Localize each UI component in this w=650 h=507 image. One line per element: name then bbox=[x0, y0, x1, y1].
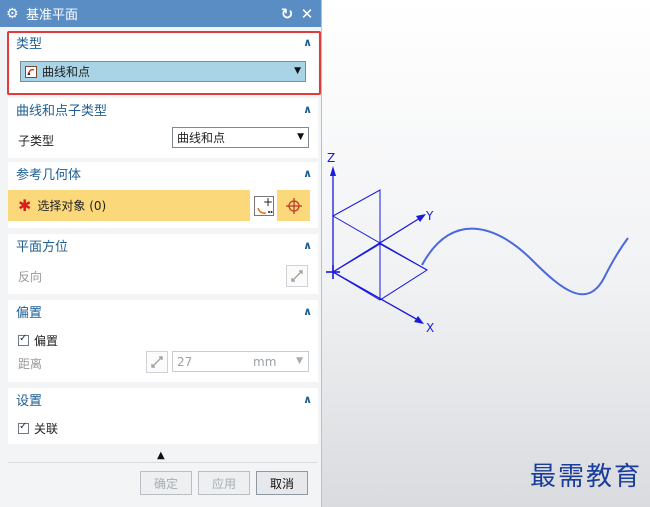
associative-checkbox-label: 关联 bbox=[34, 422, 59, 436]
required-star-icon: ✱ bbox=[18, 196, 32, 215]
apply-button[interactable]: 应用 bbox=[198, 471, 250, 495]
orientation-section-header[interactable]: 平面方位 ∧ bbox=[8, 234, 318, 256]
reverse-direction-icon bbox=[291, 270, 303, 282]
close-icon[interactable]: ✕ bbox=[299, 6, 315, 22]
checkbox-checked-icon bbox=[18, 333, 29, 346]
gear-icon: ⚙ bbox=[6, 5, 19, 22]
offset-checkbox[interactable]: 偏置 bbox=[18, 332, 58, 349]
reverse-direction-button[interactable] bbox=[286, 265, 308, 287]
subtype-label: 子类型 bbox=[18, 134, 55, 148]
settings-section-header[interactable]: 设置 ∧ bbox=[8, 388, 318, 410]
reverse-direction-icon bbox=[151, 356, 163, 368]
x-axis-arrow bbox=[414, 316, 424, 324]
reference-section-header[interactable]: 参考几何体 ∧ bbox=[8, 162, 318, 184]
checkbox-checked-icon bbox=[18, 421, 29, 434]
collapse-chevron-icon[interactable]: ∧ bbox=[303, 393, 312, 406]
dialog-titlebar: ⚙ 基准平面 ↻ ✕ bbox=[0, 0, 321, 27]
highlight-box bbox=[7, 31, 321, 95]
distance-label: 距离 bbox=[18, 357, 43, 371]
dropdown-arrow-icon: ▼ bbox=[297, 132, 304, 142]
orientation-section-title: 平面方位 bbox=[16, 239, 69, 255]
distance-unit: mm bbox=[253, 354, 277, 369]
select-object-label: 选择对象 (0) bbox=[37, 199, 107, 213]
z-axis-arrow bbox=[330, 166, 336, 176]
svg-text:+: + bbox=[263, 196, 273, 209]
spline-curve[interactable] bbox=[421, 227, 629, 296]
datum-plane-outline bbox=[332, 189, 381, 273]
dialog-title: 基准平面 bbox=[26, 8, 79, 23]
y-axis-arrow bbox=[416, 214, 426, 222]
distance-value: 27 bbox=[177, 354, 193, 369]
datum-plane-edge-2 bbox=[379, 243, 428, 271]
add-new-set-button[interactable]: + bbox=[250, 190, 277, 221]
offset-reverse-button[interactable] bbox=[146, 351, 168, 373]
add-set-icon: + bbox=[253, 195, 274, 216]
offset-section: 偏置 ∧ 偏置 距离 27 mm ▼ bbox=[8, 300, 318, 382]
collapse-chevron-icon[interactable]: ∧ bbox=[303, 167, 312, 180]
settings-section: 设置 ∧ 关联 bbox=[8, 388, 318, 444]
expand-more-icon[interactable]: ▲ bbox=[157, 450, 165, 461]
plane-orientation-section: 平面方位 ∧ 反向 bbox=[8, 234, 318, 294]
subtype-selected-value: 曲线和点 bbox=[177, 131, 226, 145]
select-object-row[interactable]: ✱ 选择对象 (0) bbox=[8, 190, 250, 221]
y-axis-label: Y bbox=[425, 209, 434, 223]
reset-icon[interactable]: ↻ bbox=[279, 6, 295, 22]
crosshair-icon bbox=[285, 197, 302, 214]
reference-section-title: 参考几何体 bbox=[16, 167, 82, 183]
subtype-section: 曲线和点子类型 ∧ 子类型 曲线和点 ▼ bbox=[8, 98, 318, 158]
z-axis-label: Z bbox=[327, 151, 335, 165]
subtype-section-header[interactable]: 曲线和点子类型 ∧ bbox=[8, 98, 318, 120]
subtype-dropdown[interactable]: 曲线和点 ▼ bbox=[172, 127, 309, 148]
watermark-text: 最需教育 bbox=[529, 462, 642, 492]
collapse-chevron-icon[interactable]: ∧ bbox=[303, 239, 312, 252]
distance-input[interactable]: 27 mm ▼ bbox=[172, 351, 309, 372]
associative-checkbox[interactable]: 关联 bbox=[18, 420, 58, 437]
offset-section-title: 偏置 bbox=[16, 305, 43, 321]
cancel-button[interactable]: 取消 bbox=[256, 471, 308, 495]
point-dialog-button[interactable] bbox=[277, 190, 310, 221]
collapse-chevron-icon[interactable]: ∧ bbox=[303, 305, 312, 318]
datum-plane-dialog: ⚙ 基准平面 ↻ ✕ 类型 ∧ 曲线和点 ▼ 曲线和点子类型 ∧ 子类型 曲线和… bbox=[0, 0, 322, 507]
ok-button[interactable]: 确定 bbox=[140, 471, 192, 495]
settings-section-title: 设置 bbox=[16, 393, 43, 409]
offset-checkbox-label: 偏置 bbox=[34, 334, 59, 348]
graphics-viewport[interactable]: Z Y X bbox=[322, 140, 642, 340]
reverse-label: 反向 bbox=[18, 270, 43, 284]
x-axis-label: X bbox=[426, 321, 434, 335]
divider bbox=[8, 462, 317, 463]
collapse-chevron-icon[interactable]: ∧ bbox=[303, 103, 312, 116]
dropdown-arrow-icon: ▼ bbox=[296, 356, 303, 366]
offset-section-header[interactable]: 偏置 ∧ bbox=[8, 300, 318, 322]
subtype-section-title: 曲线和点子类型 bbox=[16, 103, 108, 119]
